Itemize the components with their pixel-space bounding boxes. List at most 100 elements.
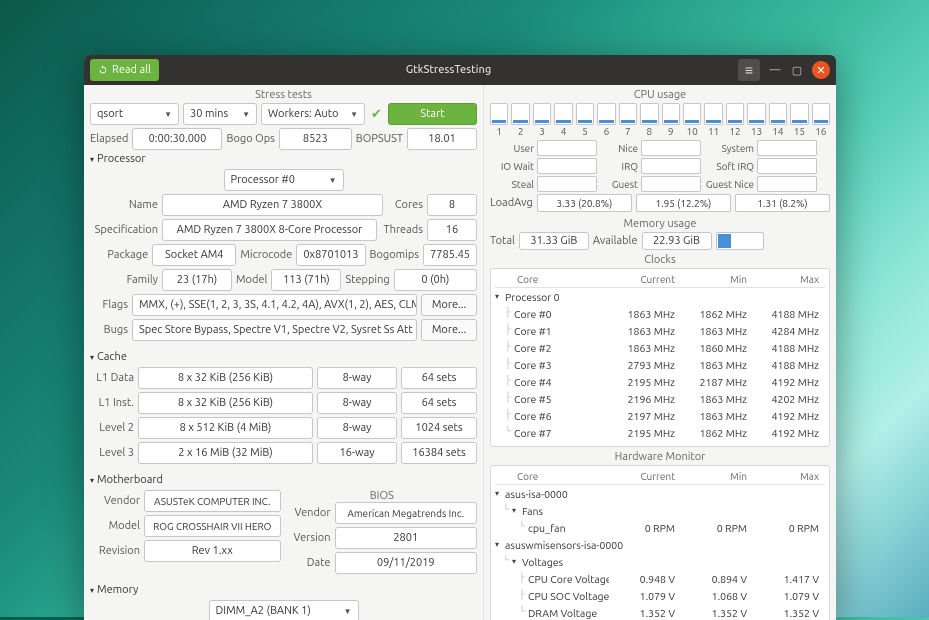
- cpu-usage-bars: [490, 103, 830, 125]
- irq-field: [641, 158, 701, 174]
- tree-row[interactable]: └cpu_fan0 RPM0 RPM0 RPM: [495, 519, 825, 536]
- mobo-model-field: ROG CROSSHAIR VII HERO: [144, 515, 281, 537]
- tree-row[interactable]: ▾asus-isa-0000: [495, 485, 825, 502]
- flags-more-button[interactable]: More...: [421, 294, 477, 316]
- stress-method-dropdown[interactable]: qsort▼: [90, 103, 179, 125]
- proc-bugs-field: Spec Store Bypass, Spectre V1, Spectre V…: [132, 319, 417, 341]
- cpu-core-bar: [576, 103, 594, 125]
- cache-size-field: 8 x 32 KiB (256 KiB): [138, 367, 313, 389]
- softirq-field: [757, 158, 817, 174]
- proc-model-field: 113 (71h): [271, 269, 341, 291]
- proc-flags-field: MMX, (+), SSE(1, 2, 3, 3S, 4.1, 4.2, 4A)…: [132, 294, 417, 316]
- processor-expander[interactable]: ▾Processor: [90, 153, 477, 165]
- cache-sets-field: 16384 sets: [401, 442, 477, 464]
- cpu-core-bar: [726, 103, 744, 125]
- start-button[interactable]: Start: [388, 103, 477, 125]
- bios-vendor-field: American Megatrends Inc.: [335, 502, 478, 524]
- titlebar: Read all GtkStressTesting ≡ — ▢ ✕: [84, 55, 836, 85]
- chevron-down-icon: ▾: [90, 155, 94, 164]
- tree-row[interactable]: ├Core #21863 MHz1860 MHz4188 MHz: [495, 339, 825, 356]
- chevron-down-icon[interactable]: ▾: [512, 506, 522, 515]
- chevron-down-icon[interactable]: ▾: [512, 557, 522, 566]
- check-icon: ✔: [369, 107, 384, 122]
- duration-dropdown[interactable]: 30 mins▼: [183, 103, 257, 125]
- bopsust-field: 18.01: [407, 128, 477, 150]
- cache-expander[interactable]: ▾Cache: [90, 351, 477, 363]
- cpu-core-bar: [511, 103, 529, 125]
- proc-bogomips-field: 7785.45: [423, 244, 477, 266]
- chevron-down-icon[interactable]: ▾: [495, 292, 505, 301]
- cache-sets-field: 1024 sets: [401, 417, 477, 439]
- cache-size-field: 2 x 16 MiB (32 MiB): [138, 442, 313, 464]
- cpu-core-bar: [790, 103, 808, 125]
- tree-row[interactable]: └▾Fans: [495, 502, 825, 519]
- system-field: [757, 140, 817, 156]
- tree-row[interactable]: ├Core #01863 MHz1862 MHz4188 MHz: [495, 305, 825, 322]
- guest-field: [641, 176, 701, 192]
- cpu-core-bar: [597, 103, 615, 125]
- cache-way-field: 16-way: [317, 442, 397, 464]
- memory-usage-bar: [716, 232, 764, 250]
- chevron-down-icon: ▼: [329, 176, 337, 185]
- mobo-vendor-field: ASUSTeK COMPUTER INC.: [144, 490, 281, 512]
- tree-row[interactable]: ├Core #11863 MHz1863 MHz4284 MHz: [495, 322, 825, 339]
- cpu-core-bar: [662, 103, 680, 125]
- maximize-button[interactable]: ▢: [790, 63, 804, 77]
- motherboard-expander[interactable]: ▾Motherboard: [90, 474, 477, 486]
- bogoops-label: Bogo Ops: [226, 133, 274, 145]
- clocks-title: Clocks: [490, 254, 830, 266]
- chevron-down-icon: ▼: [242, 110, 250, 119]
- hamburger-menu-button[interactable]: ≡: [738, 59, 760, 81]
- cache-way-field: 8-way: [317, 392, 397, 414]
- iowait-field: [537, 158, 597, 174]
- user-field: [537, 140, 597, 156]
- bios-title: BIOS: [287, 490, 478, 502]
- tree-row[interactable]: ├Core #42195 MHz2187 MHz4192 MHz: [495, 373, 825, 390]
- tree-row[interactable]: ├CPU Core Voltage0.948 V0.894 V1.417 V: [495, 570, 825, 587]
- cpu-core-bar: [490, 103, 508, 125]
- tree-row[interactable]: ├Core #32793 MHz1863 MHz4188 MHz: [495, 356, 825, 373]
- close-button[interactable]: ✕: [812, 61, 830, 79]
- tree-row[interactable]: └Core #72195 MHz1862 MHz4192 MHz: [495, 424, 825, 441]
- chevron-down-icon: ▾: [90, 586, 94, 595]
- loadavg-15: 1.31 (8.2%): [735, 194, 830, 212]
- chevron-down-icon[interactable]: ▾: [495, 540, 505, 549]
- hwmon-table: Core Current Min Max ▾asus-isa-0000└▾Fan…: [490, 465, 830, 620]
- tree-row[interactable]: ▾Processor 0: [495, 288, 825, 305]
- memory-usage-title: Memory usage: [490, 218, 830, 230]
- tree-row[interactable]: ├Core #62197 MHz1863 MHz4192 MHz: [495, 407, 825, 424]
- guestnice-field: [757, 176, 817, 192]
- memory-slot-dropdown[interactable]: DIMM_A2 (BANK 1)▼: [209, 600, 359, 620]
- bopsust-label: BOPSUST: [356, 133, 403, 145]
- chevron-down-icon: ▼: [350, 110, 358, 119]
- window-title: GtkStressTesting: [159, 64, 738, 76]
- app-window: Read all GtkStressTesting ≡ — ▢ ✕ Stress…: [84, 55, 836, 620]
- workers-dropdown[interactable]: Workers: Auto▼: [261, 103, 365, 125]
- cpu-core-bar: [683, 103, 701, 125]
- proc-microcode-field: 0x8701013: [296, 244, 365, 266]
- minimize-button[interactable]: —: [768, 63, 782, 77]
- elapsed-field: 0:00:30.000: [132, 128, 222, 150]
- tree-row[interactable]: ├Core #52196 MHz1863 MHz4202 MHz: [495, 390, 825, 407]
- chevron-down-icon: ▼: [164, 110, 172, 119]
- bugs-more-button[interactable]: More...: [421, 319, 477, 341]
- mobo-revision-field: Rev 1.xx: [144, 540, 281, 562]
- chevron-down-icon: ▾: [90, 476, 94, 485]
- cpu-core-bar: [533, 103, 551, 125]
- proc-name-field: AMD Ryzen 7 3800X: [162, 194, 383, 216]
- mem-total-field: 31.33 GiB: [519, 232, 589, 250]
- tree-row[interactable]: └▾Voltages: [495, 553, 825, 570]
- elapsed-label: Elapsed: [90, 133, 128, 145]
- chevron-down-icon[interactable]: ▾: [495, 489, 505, 498]
- cpu-core-bar: [812, 103, 830, 125]
- tree-row[interactable]: ▾asuswmisensors-isa-0000: [495, 536, 825, 553]
- read-all-button[interactable]: Read all: [90, 59, 159, 81]
- memory-expander[interactable]: ▾Memory: [90, 584, 477, 596]
- tree-row[interactable]: └DRAM Voltage1.352 V1.352 V1.352 V: [495, 604, 825, 620]
- cpu-usage-title: CPU usage: [490, 89, 830, 101]
- read-all-label: Read all: [112, 64, 151, 76]
- cpu-core-bar: [747, 103, 765, 125]
- tree-row[interactable]: ├CPU SOC Voltage1.079 V1.068 V1.079 V: [495, 587, 825, 604]
- cpu-core-bar: [769, 103, 787, 125]
- processor-selector-dropdown[interactable]: Processor #0▼: [224, 169, 344, 191]
